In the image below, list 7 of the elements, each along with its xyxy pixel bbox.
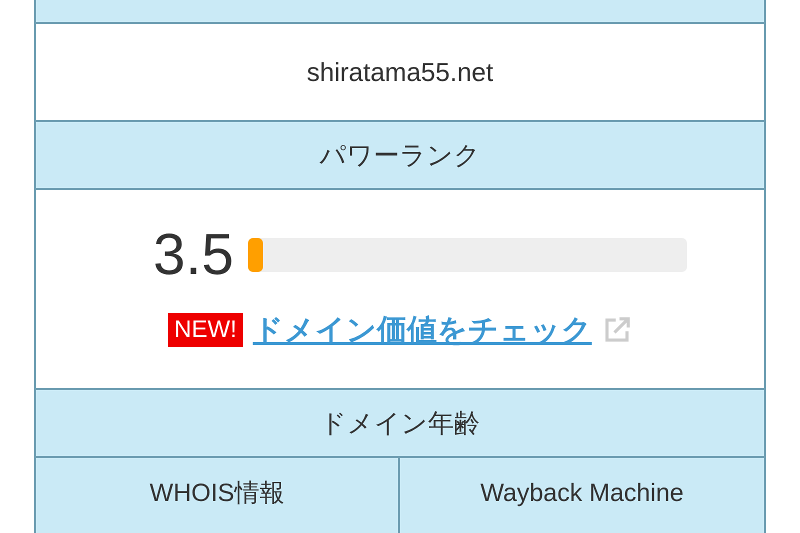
new-badge: NEW! (168, 313, 243, 347)
score: 3.5 (153, 226, 234, 284)
section-heading: パワーランク (320, 138, 480, 172)
section-heading: ドメイン年齢 (320, 406, 480, 440)
domain-name: shiratama55.net (306, 56, 494, 88)
link-cell[interactable]: Wayback Machine (400, 458, 764, 533)
link-cell[interactable]: WHOIS情報 (36, 458, 400, 533)
